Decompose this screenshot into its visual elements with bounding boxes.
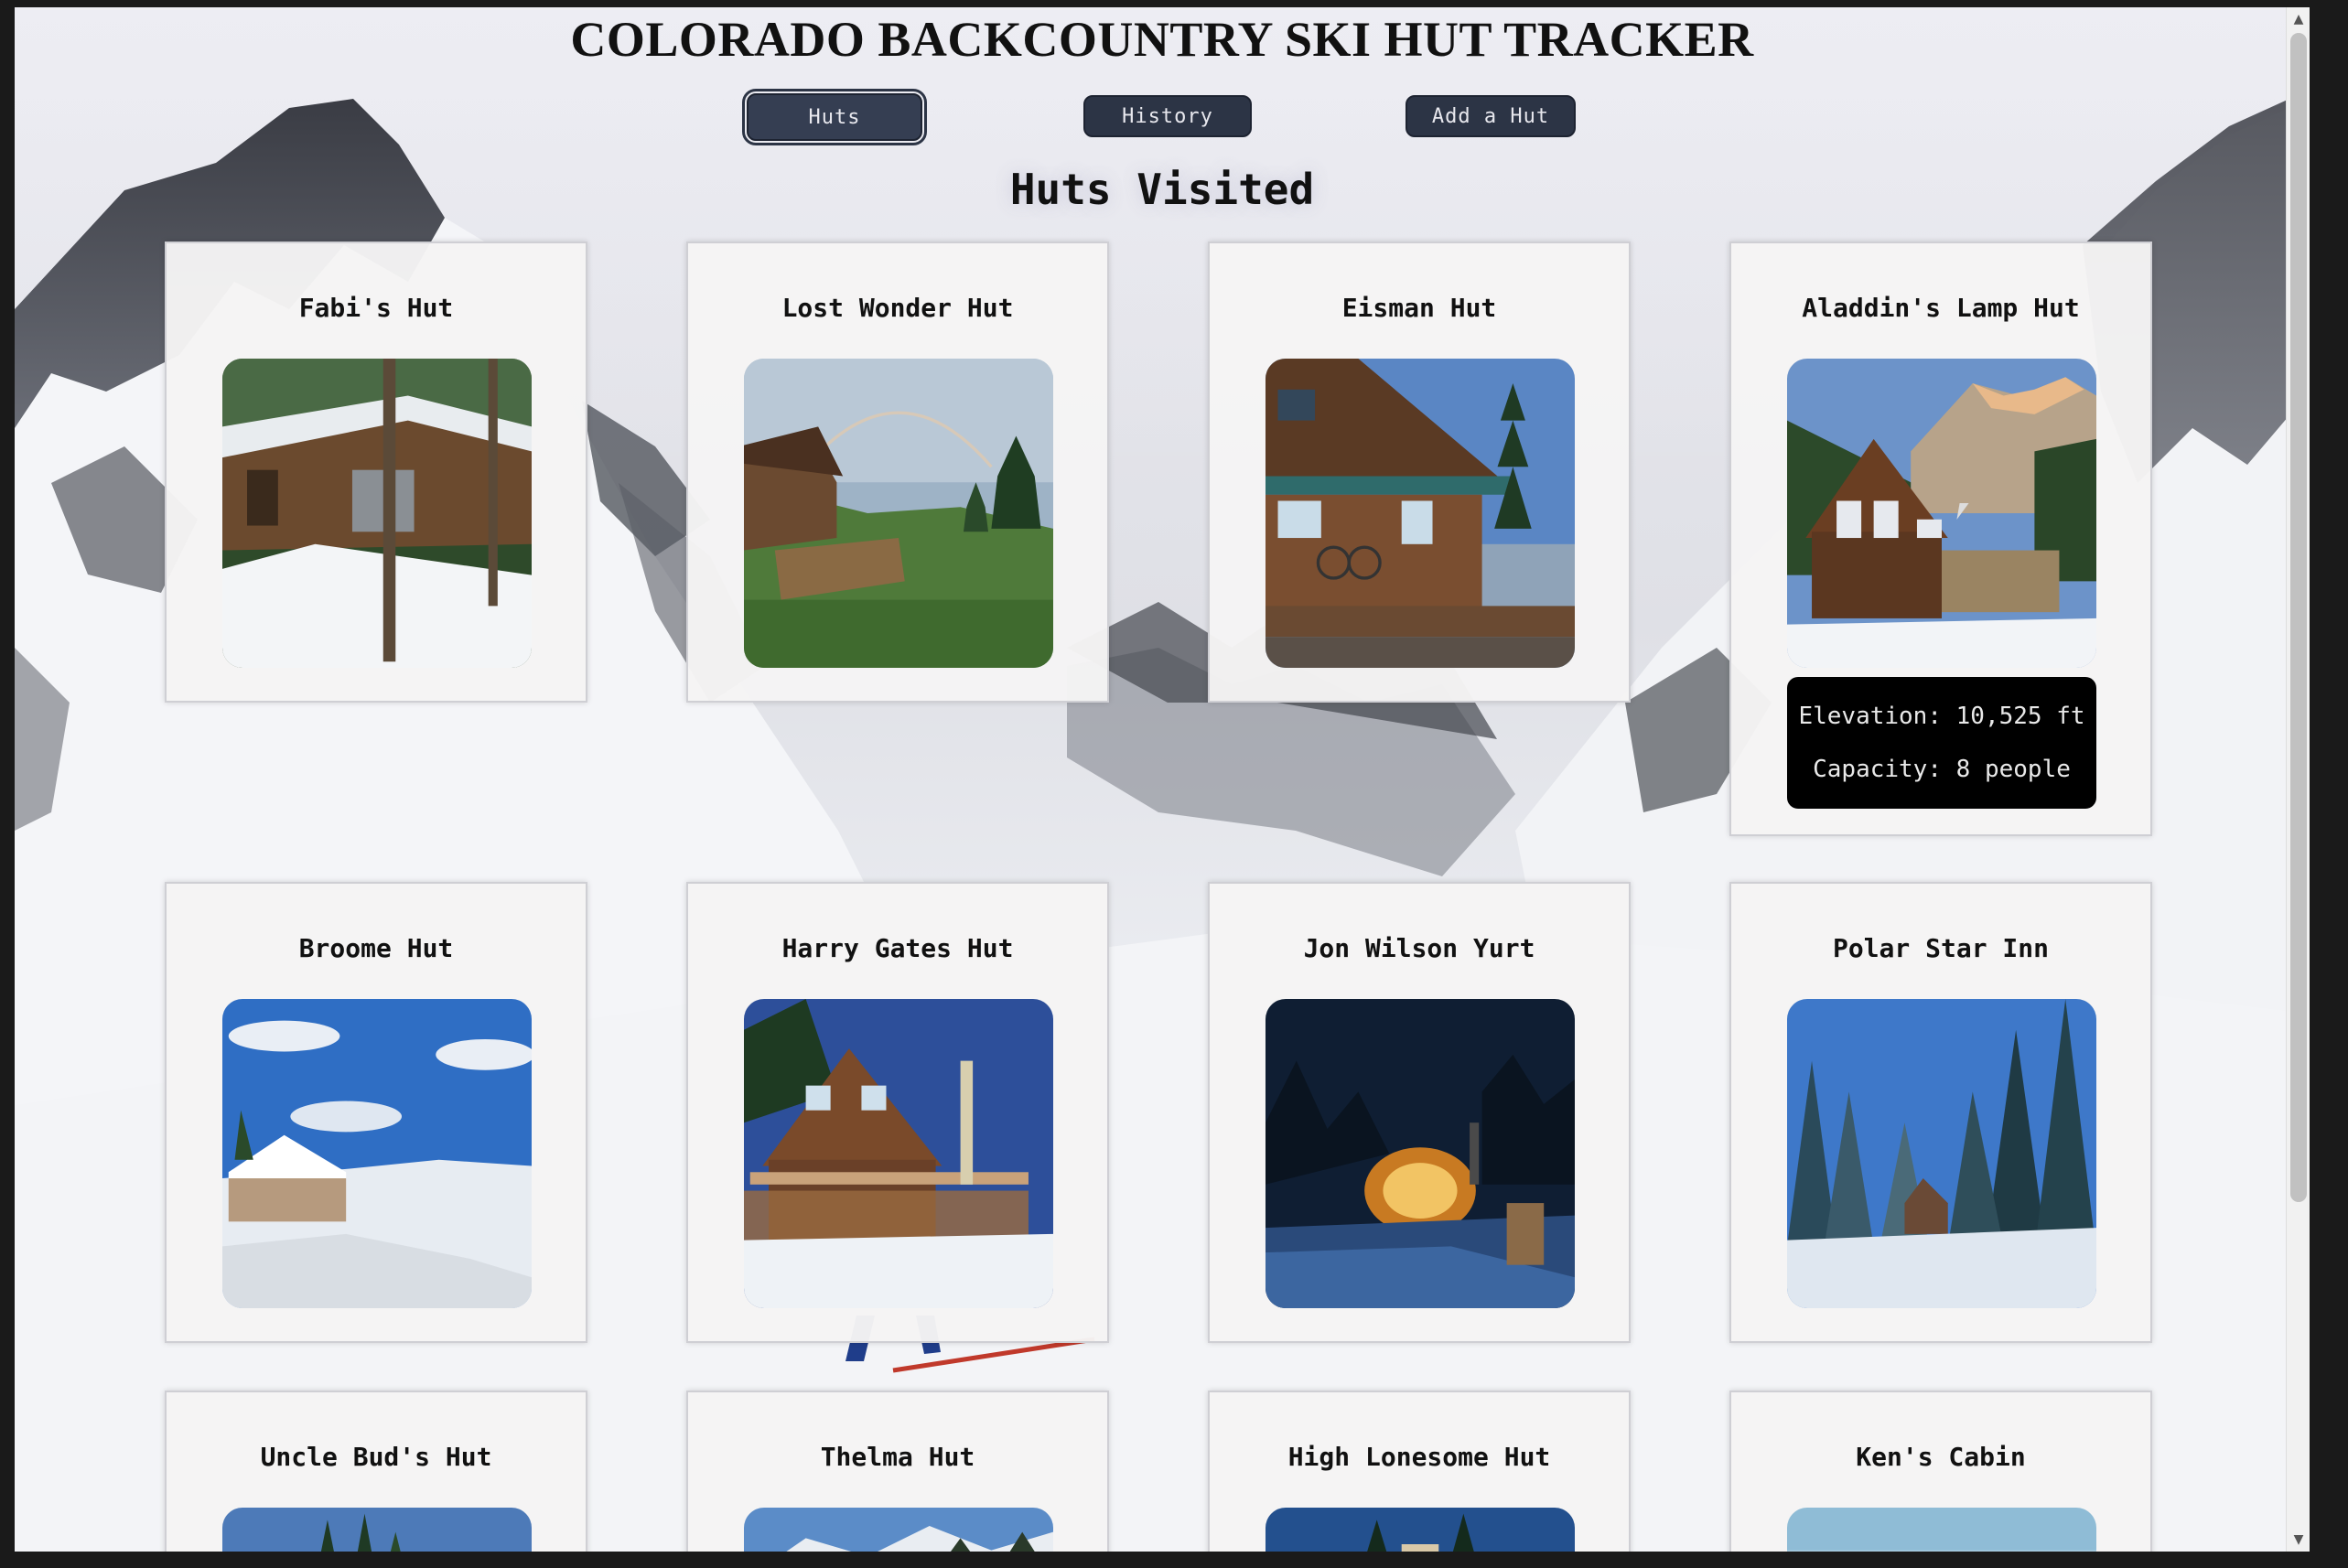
hut-photo [744,999,1053,1308]
hut-photo [1266,1508,1575,1552]
hut-name: Lost Wonder Hut [781,293,1014,323]
hut-card[interactable]: Ken's Cabin [1729,1391,2152,1552]
hut-card[interactable]: Fabi's Hut [165,242,587,703]
hut-card[interactable]: Polar Star Inn [1729,882,2152,1343]
hut-photo [1787,999,2096,1308]
hut-name: Aladdin's Lamp Hut [1802,293,2080,323]
browser-viewport: COLORADO BACKCOUNTRY SKI HUT TRACKER Hut… [15,7,2310,1552]
hut-photo [222,359,532,668]
hut-photo [744,1508,1053,1552]
hut-name: Broome Hut [298,933,454,963]
scroll-up-arrow-icon[interactable]: ▲ [2287,7,2310,31]
hut-card[interactable]: Broome Hut [165,882,587,1343]
hut-name: Thelma Hut [820,1442,975,1472]
hut-photo [1266,999,1575,1308]
vertical-scrollbar[interactable]: ▲ ▼ [2286,7,2310,1552]
nav-history-button[interactable]: History [1083,95,1252,137]
hut-card[interactable]: Jon Wilson Yurt [1208,882,1631,1343]
hut-card[interactable]: Eisman Hut [1208,242,1631,703]
hut-name: Eisman Hut [1341,293,1497,323]
hut-photo [1266,359,1575,668]
hut-card-expanded[interactable]: Aladdin's Lamp Hut Elevation: 10,525 ft … [1729,242,2152,836]
main-nav: Huts History Add a Hut [15,89,2310,145]
hut-name: Uncle Bud's Hut [260,1442,492,1472]
page-title: COLORADO BACKCOUNTRY SKI HUT TRACKER [570,12,1754,67]
hut-details-panel: Elevation: 10,525 ft Capacity: 8 people [1787,677,2096,809]
nav-add-hut-button[interactable]: Add a Hut [1406,95,1576,137]
hut-card[interactable]: High Lonesome Hut [1208,1391,1631,1552]
hut-capacity: Capacity: 8 people [1813,756,2071,783]
hut-photo [222,1508,532,1552]
hut-name: Fabi's Hut [298,293,454,323]
section-heading: Huts Visited [1009,165,1315,214]
hut-name: Ken's Cabin [1856,1442,2026,1472]
hut-name: High Lonesome Hut [1287,1442,1551,1472]
hut-card[interactable]: Thelma Hut [686,1391,1109,1552]
hut-name: Harry Gates Hut [781,933,1014,963]
hut-card[interactable]: Harry Gates Hut [686,882,1109,1343]
hut-photo [744,359,1053,668]
hut-name: Polar Star Inn [1832,933,2049,963]
hut-photo [222,999,532,1308]
hut-card[interactable]: Uncle Bud's Hut [165,1391,587,1552]
scroll-down-arrow-icon[interactable]: ▼ [2287,1528,2310,1552]
hut-photo [1787,1508,2096,1552]
hut-photo [1787,359,2096,668]
hut-elevation: Elevation: 10,525 ft [1798,703,2085,730]
nav-huts-button[interactable]: Huts [742,89,927,145]
hut-card[interactable]: Lost Wonder Hut [686,242,1109,703]
hut-name: Jon Wilson Yurt [1303,933,1535,963]
scroll-thumb[interactable] [2290,33,2307,1202]
